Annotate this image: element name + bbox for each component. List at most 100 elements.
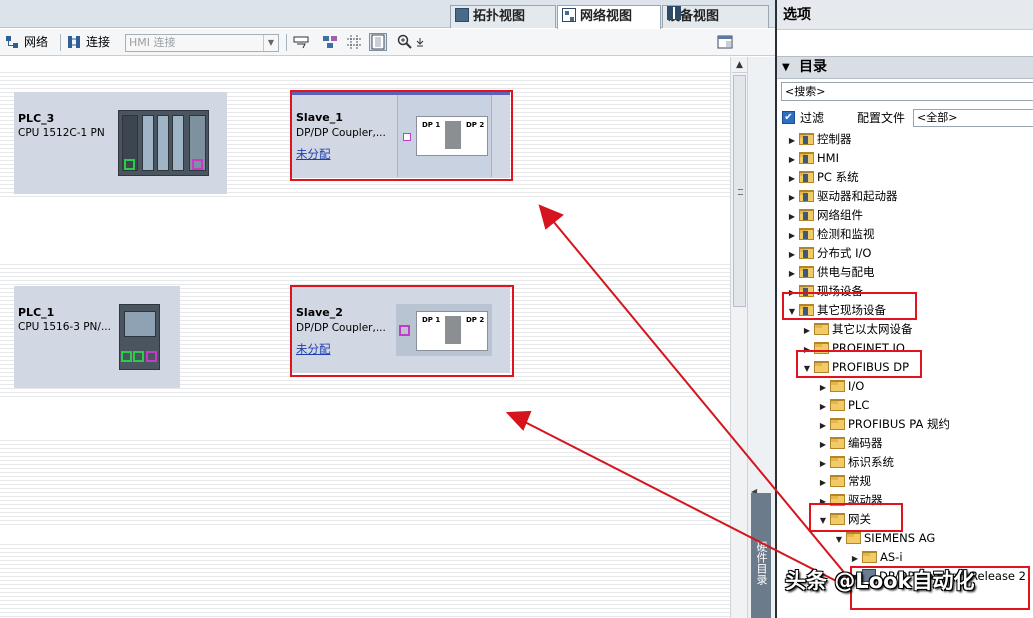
- device-type: CPU 1512C-1 PN: [18, 127, 105, 139]
- cpu-display: [124, 311, 156, 337]
- device-view-icon: [667, 6, 681, 20]
- network-overview-button[interactable]: [321, 33, 339, 51]
- folder-icon: [799, 247, 814, 259]
- device-type: CPU 1516-3 PN/...: [18, 321, 111, 333]
- zoom-button[interactable]: [396, 33, 414, 51]
- expand-icon[interactable]: ▶: [818, 454, 828, 473]
- expand-icon[interactable]: ▶: [818, 473, 828, 492]
- folder-icon: [830, 456, 845, 468]
- profinet-port[interactable]: [124, 159, 135, 170]
- window-layout-button[interactable]: [716, 33, 734, 51]
- expand-icon[interactable]: ▶: [802, 321, 812, 340]
- folder-icon: [799, 171, 814, 183]
- device-plc3[interactable]: PLC_3 CPU 1512C-1 PN: [14, 92, 227, 194]
- page-break-button[interactable]: [369, 33, 387, 51]
- task-card-bar: ◀ 硬件目录: [747, 57, 775, 618]
- vertical-scrollbar[interactable]: ▲: [730, 57, 747, 618]
- tree-item-network-components[interactable]: ▶ 网络组件: [787, 206, 863, 225]
- expand-icon[interactable]: ▶: [818, 397, 828, 416]
- expand-icon[interactable]: ▶: [818, 416, 828, 435]
- hardware-catalog-side-tab[interactable]: 硬件目录: [751, 493, 771, 618]
- io-module: [142, 115, 154, 171]
- tree-item-distributed-io[interactable]: ▶ 分布式 I/O: [787, 244, 872, 264]
- tab-device-view[interactable]: 设备视图: [662, 5, 769, 28]
- folder-icon: [830, 437, 845, 449]
- watermark: 头条 @Look自动化: [785, 569, 975, 593]
- expand-icon[interactable]: ▶: [787, 207, 797, 226]
- view-tabs: 拓扑视图 网络视图 设备视图: [0, 0, 775, 29]
- editor-toolbar: 网络 连接 HMI 连接 ▼: [0, 29, 775, 56]
- expand-icon[interactable]: ▶: [787, 245, 797, 264]
- catalog-search-input[interactable]: <搜索>: [781, 82, 1033, 101]
- folder-icon: [799, 266, 814, 278]
- expand-icon[interactable]: ▶: [787, 188, 797, 207]
- folder-icon: [814, 323, 829, 335]
- scroll-up-icon[interactable]: ▲: [732, 57, 747, 73]
- network-editor: 拓扑视图 网络视图 设备视图 网络 连接 HMI 连接 ▼ PLC_3 CPU …: [0, 0, 775, 618]
- grid-button[interactable]: [345, 33, 363, 51]
- profile-select[interactable]: <全部>: [913, 109, 1033, 127]
- profibus-port[interactable]: [192, 159, 203, 170]
- network-icon: [6, 36, 18, 48]
- tree-item-general[interactable]: ▶ 常规: [818, 472, 871, 491]
- device-plc1[interactable]: PLC_1 CPU 1516-3 PN/...: [14, 286, 180, 388]
- profile-label: 配置文件: [857, 111, 906, 125]
- profibus-port[interactable]: [146, 351, 157, 362]
- rename-icon: [293, 36, 309, 49]
- network-view-icon: [562, 8, 576, 22]
- tree-item-hmi[interactable]: ▶ HMI: [787, 149, 839, 168]
- hmi-connection-select[interactable]: HMI 连接 ▼: [125, 34, 279, 52]
- expand-icon[interactable]: ▶: [818, 435, 828, 454]
- toolbar-separator: [60, 34, 61, 51]
- connection-mode-button[interactable]: 连接: [67, 33, 110, 52]
- tree-item-other-ethernet[interactable]: ▶ 其它以太网设备: [802, 320, 913, 339]
- tree-item-controllers[interactable]: ▶ 控制器: [787, 130, 852, 149]
- connection-icon: [68, 36, 80, 48]
- profinet-port[interactable]: [121, 351, 132, 362]
- zoom-dropdown-button[interactable]: [414, 33, 426, 51]
- profinet-port[interactable]: [133, 351, 144, 362]
- io-module: [157, 115, 169, 171]
- window-layout-icon: [717, 35, 733, 49]
- tree-item-plc[interactable]: ▶ PLC: [818, 396, 869, 415]
- expand-icon[interactable]: ▶: [787, 264, 797, 283]
- folder-icon: [830, 418, 845, 430]
- tree-item-io[interactable]: ▶ I/O: [818, 377, 864, 396]
- device-name: PLC_3: [18, 112, 55, 125]
- highlight-profibus-dp: [796, 350, 922, 378]
- expand-icon[interactable]: ▶: [787, 169, 797, 188]
- name-edit-button[interactable]: [292, 33, 310, 51]
- expand-icon[interactable]: ▶: [787, 131, 797, 150]
- folder-icon: [799, 228, 814, 240]
- tree-item-detection[interactable]: ▶ 检测和监视: [787, 225, 875, 244]
- tree-item-profibus-pa[interactable]: ▶ PROFIBUS PA 规约: [818, 415, 950, 434]
- plc-rack: [118, 110, 209, 176]
- tree-item-ident[interactable]: ▶ 标识系统: [818, 453, 894, 472]
- tab-network-view[interactable]: 网络视图: [557, 5, 661, 29]
- catalog-header[interactable]: ▼ 目录: [777, 56, 1033, 79]
- tab-topology-view[interactable]: 拓扑视图: [450, 5, 556, 28]
- folder-icon: [799, 152, 814, 164]
- tree-item-encoders[interactable]: ▶ 编码器: [818, 434, 883, 453]
- highlight-slave1: [290, 90, 513, 181]
- scroll-thumb[interactable]: [733, 75, 746, 307]
- highlight-slave2: [290, 285, 514, 377]
- io-module: [172, 115, 184, 171]
- expand-icon[interactable]: ▶: [818, 378, 828, 397]
- options-header: 选项: [777, 0, 1033, 30]
- download-arrow-icon: [416, 38, 424, 47]
- filter-checkbox[interactable]: ✔: [782, 111, 795, 124]
- tree-item-drives[interactable]: ▶ 驱动器和起动器: [787, 187, 898, 206]
- expand-icon[interactable]: ▶: [787, 150, 797, 169]
- folder-icon: [799, 190, 814, 202]
- expand-icon[interactable]: ▶: [787, 226, 797, 245]
- plc-rack: [119, 304, 160, 370]
- collapse-icon[interactable]: ▼: [834, 530, 844, 549]
- tree-item-pc-systems[interactable]: ▶ PC 系统: [787, 168, 859, 187]
- highlight-gateway: [809, 503, 903, 532]
- highlight-other-field-devices: [782, 292, 917, 320]
- tree-item-power[interactable]: ▶ 供电与配电: [787, 263, 875, 282]
- network-mode-button[interactable]: 网络: [5, 33, 48, 52]
- topology-view-icon: [455, 8, 469, 22]
- page-layout-icon: [371, 34, 385, 50]
